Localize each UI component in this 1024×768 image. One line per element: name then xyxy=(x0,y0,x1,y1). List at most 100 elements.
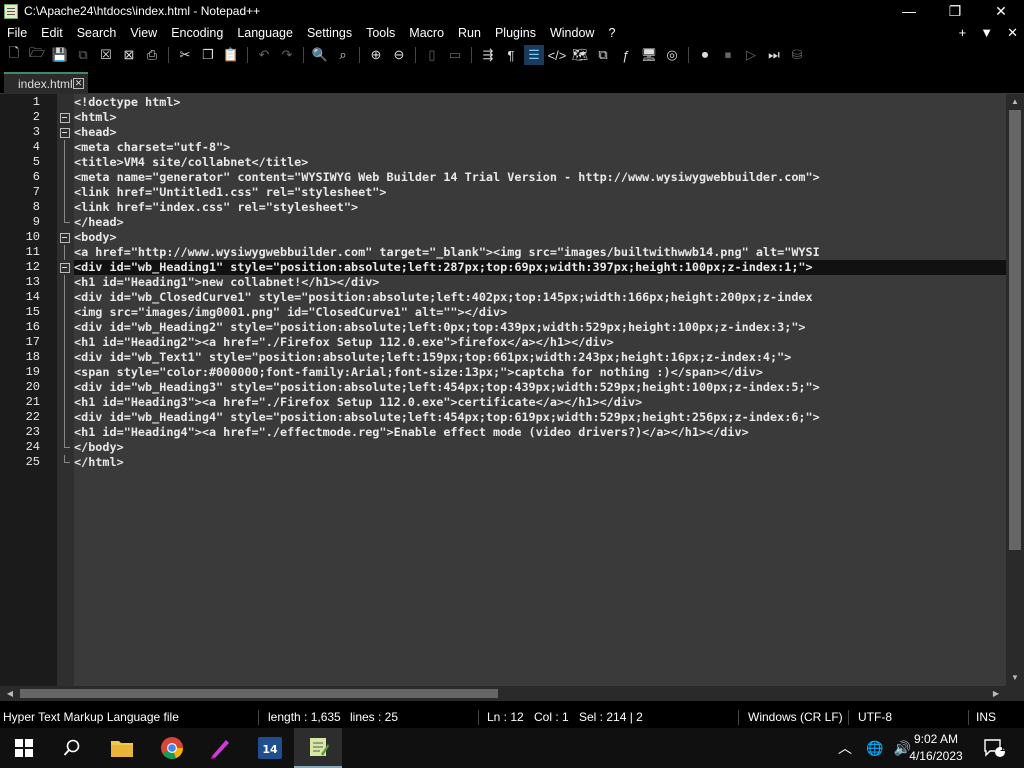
paste-icon[interactable]: 📋 xyxy=(221,45,241,65)
sync-vertical-icon[interactable]: ▯ xyxy=(422,45,442,65)
fold-margin[interactable] xyxy=(57,94,74,686)
menu-settings[interactable]: Settings xyxy=(300,26,359,40)
indent-guide-icon[interactable]: ☰ xyxy=(524,45,544,65)
code-line[interactable]: <div id="wb_Heading1" style="position:ab… xyxy=(74,260,1006,275)
code-line[interactable]: <h1 id="Heading2"><a href="./Firefox Set… xyxy=(74,335,1006,350)
run-macro-multiple-icon[interactable]: ⏭ xyxy=(764,45,784,65)
code-line[interactable]: </body> xyxy=(74,440,1006,455)
code-line[interactable]: <h1 id="Heading4"><a href="./effectmode.… xyxy=(74,425,1006,440)
tab-list-dropdown-icon[interactable]: ▼ xyxy=(980,25,993,40)
code-line[interactable]: <meta charset="utf-8"> xyxy=(74,140,1006,155)
close-document-icon[interactable]: ✕ xyxy=(1007,25,1018,41)
menu-run[interactable]: Run xyxy=(451,26,488,40)
save-macro-icon[interactable]: ⛁ xyxy=(787,45,807,65)
language-code-icon[interactable]: </> xyxy=(547,45,567,65)
zoom-in-icon[interactable]: ⊕ xyxy=(366,45,386,65)
record-macro-icon[interactable]: ⏺ xyxy=(695,45,715,65)
notifications-button[interactable]: 1 xyxy=(970,728,1018,768)
sync-horizontal-icon[interactable]: ▭ xyxy=(445,45,465,65)
menu-tools[interactable]: Tools xyxy=(359,26,402,40)
close-file-icon[interactable]: ☒ xyxy=(96,45,116,65)
menu-file[interactable]: File xyxy=(0,26,34,40)
code-line[interactable]: <h1 id="Heading3"><a href="./Firefox Set… xyxy=(74,395,1006,410)
code-line[interactable]: <!doctype html> xyxy=(74,95,1006,110)
search-button[interactable] xyxy=(48,728,96,768)
open-file-icon[interactable]: 🗁 xyxy=(27,45,47,65)
vertical-scroll-thumb[interactable] xyxy=(1009,110,1021,550)
menu-search[interactable]: Search xyxy=(70,26,124,40)
tab-index-html[interactable]: index.html ✕ xyxy=(4,72,88,94)
fold-toggle-icon[interactable] xyxy=(57,230,74,245)
code-line[interactable]: <link href="Untitled1.css" rel="styleshe… xyxy=(74,185,1006,200)
zoom-out-icon[interactable]: ⊖ xyxy=(389,45,409,65)
code-line[interactable]: <title>VM4 site/collabnet</title> xyxy=(74,155,1006,170)
menu-language[interactable]: Language xyxy=(230,26,300,40)
document-list-icon[interactable]: ⧉ xyxy=(593,45,613,65)
stop-recording-icon[interactable]: ⏹ xyxy=(718,45,738,65)
menu-view[interactable]: View xyxy=(123,26,164,40)
code-line[interactable]: <div id="wb_Heading2" style="position:ab… xyxy=(74,320,1006,335)
code-line[interactable]: <meta name="generator" content="WYSIWYG … xyxy=(74,170,1006,185)
code-line[interactable]: <div id="wb_Heading3" style="position:ab… xyxy=(74,380,1006,395)
scroll-right-arrow-icon[interactable]: ▶ xyxy=(988,686,1004,701)
network-globe-icon[interactable]: 🌐 xyxy=(866,740,883,757)
code-line[interactable]: <h1 id="Heading1">new collabnet!</h1></d… xyxy=(74,275,1006,290)
cut-icon[interactable]: ✂ xyxy=(175,45,195,65)
code-line[interactable]: </head> xyxy=(74,215,1006,230)
menu-edit[interactable]: Edit xyxy=(34,26,70,40)
save-icon[interactable]: 💾 xyxy=(50,45,70,65)
code-line[interactable]: <html> xyxy=(74,110,1006,125)
fold-toggle-icon[interactable] xyxy=(57,110,74,125)
code-line[interactable]: </html> xyxy=(74,455,1006,470)
code-line[interactable]: <link href="index.css" rel="stylesheet"> xyxy=(74,200,1006,215)
fold-toggle-icon[interactable] xyxy=(57,260,74,275)
word-wrap-icon[interactable]: ⇶ xyxy=(478,45,498,65)
fold-toggle-icon[interactable] xyxy=(57,125,74,140)
code-line[interactable]: <span style="color:#000000;font-family:A… xyxy=(74,365,1006,380)
menu-help[interactable]: ? xyxy=(601,26,622,40)
notepadpp-taskbar-button[interactable] xyxy=(294,728,342,768)
scroll-down-arrow-icon[interactable]: ▼ xyxy=(1006,670,1024,686)
new-file-icon[interactable]: 🗋 xyxy=(4,45,24,65)
status-encoding[interactable]: UTF-8 xyxy=(858,710,892,724)
code-line[interactable]: <body> xyxy=(74,230,1006,245)
show-hidden-icons-chevron-icon[interactable]: ︿ xyxy=(838,738,852,758)
file-explorer-taskbar-button[interactable] xyxy=(98,728,146,768)
code-line[interactable]: <img src="images/img0001.png" id="Closed… xyxy=(74,305,1006,320)
chrome-taskbar-button[interactable] xyxy=(148,728,196,768)
find-icon[interactable]: 🔍 xyxy=(310,45,330,65)
menu-macro[interactable]: Macro xyxy=(402,26,451,40)
menu-encoding[interactable]: Encoding xyxy=(164,26,230,40)
code-line[interactable]: <div id="wb_ClosedCurve1" style="positio… xyxy=(74,290,1006,305)
status-eol-format[interactable]: Windows (CR LF) xyxy=(748,710,843,724)
close-button[interactable]: ✕ xyxy=(978,0,1024,22)
wysiwyg-web-builder-taskbar-button[interactable]: 14 xyxy=(246,728,294,768)
function-list-icon[interactable]: ƒ xyxy=(616,45,636,65)
replace-icon[interactable]: ⌕ xyxy=(333,45,353,65)
print-icon[interactable]: ⎙ xyxy=(142,45,162,65)
pen-app-taskbar-button[interactable] xyxy=(196,728,244,768)
new-tab-plus-icon[interactable]: + xyxy=(959,25,967,40)
monitoring-icon[interactable]: ◎ xyxy=(662,45,682,65)
scroll-left-arrow-icon[interactable]: ◀ xyxy=(2,686,18,701)
vertical-scrollbar[interactable]: ▲ ▼ xyxy=(1006,94,1024,686)
redo-icon[interactable]: ↷ xyxy=(277,45,297,65)
maximize-button[interactable]: ❐ xyxy=(932,0,978,22)
show-all-characters-icon[interactable]: ¶ xyxy=(501,45,521,65)
code-line[interactable]: <div id="wb_Text1" style="position:absol… xyxy=(74,350,1006,365)
horizontal-scrollbar[interactable]: ◀ ▶ xyxy=(0,686,1024,701)
taskbar-clock[interactable]: 9:02 AM 4/16/2023 xyxy=(904,731,968,765)
undo-icon[interactable]: ↶ xyxy=(254,45,274,65)
code-line[interactable]: <head> xyxy=(74,125,1006,140)
code-text-area[interactable]: <!doctype html> <html> <head> <meta charset… xyxy=(74,94,1006,686)
save-all-icon[interactable]: ⧉ xyxy=(73,45,93,65)
folder-as-workspace-icon[interactable]: 🖥 xyxy=(639,45,659,65)
play-macro-icon[interactable]: ▷ xyxy=(741,45,761,65)
code-line[interactable]: <a href="http://www.wysiwygwebbuilder.co… xyxy=(74,245,1006,260)
start-button[interactable] xyxy=(0,728,48,768)
tab-close-icon[interactable]: ✕ xyxy=(73,78,84,89)
horizontal-scroll-thumb[interactable] xyxy=(20,689,498,698)
close-all-icon[interactable]: ⊠ xyxy=(119,45,139,65)
minimize-button[interactable]: — xyxy=(886,0,932,22)
menu-plugins[interactable]: Plugins xyxy=(488,26,543,40)
